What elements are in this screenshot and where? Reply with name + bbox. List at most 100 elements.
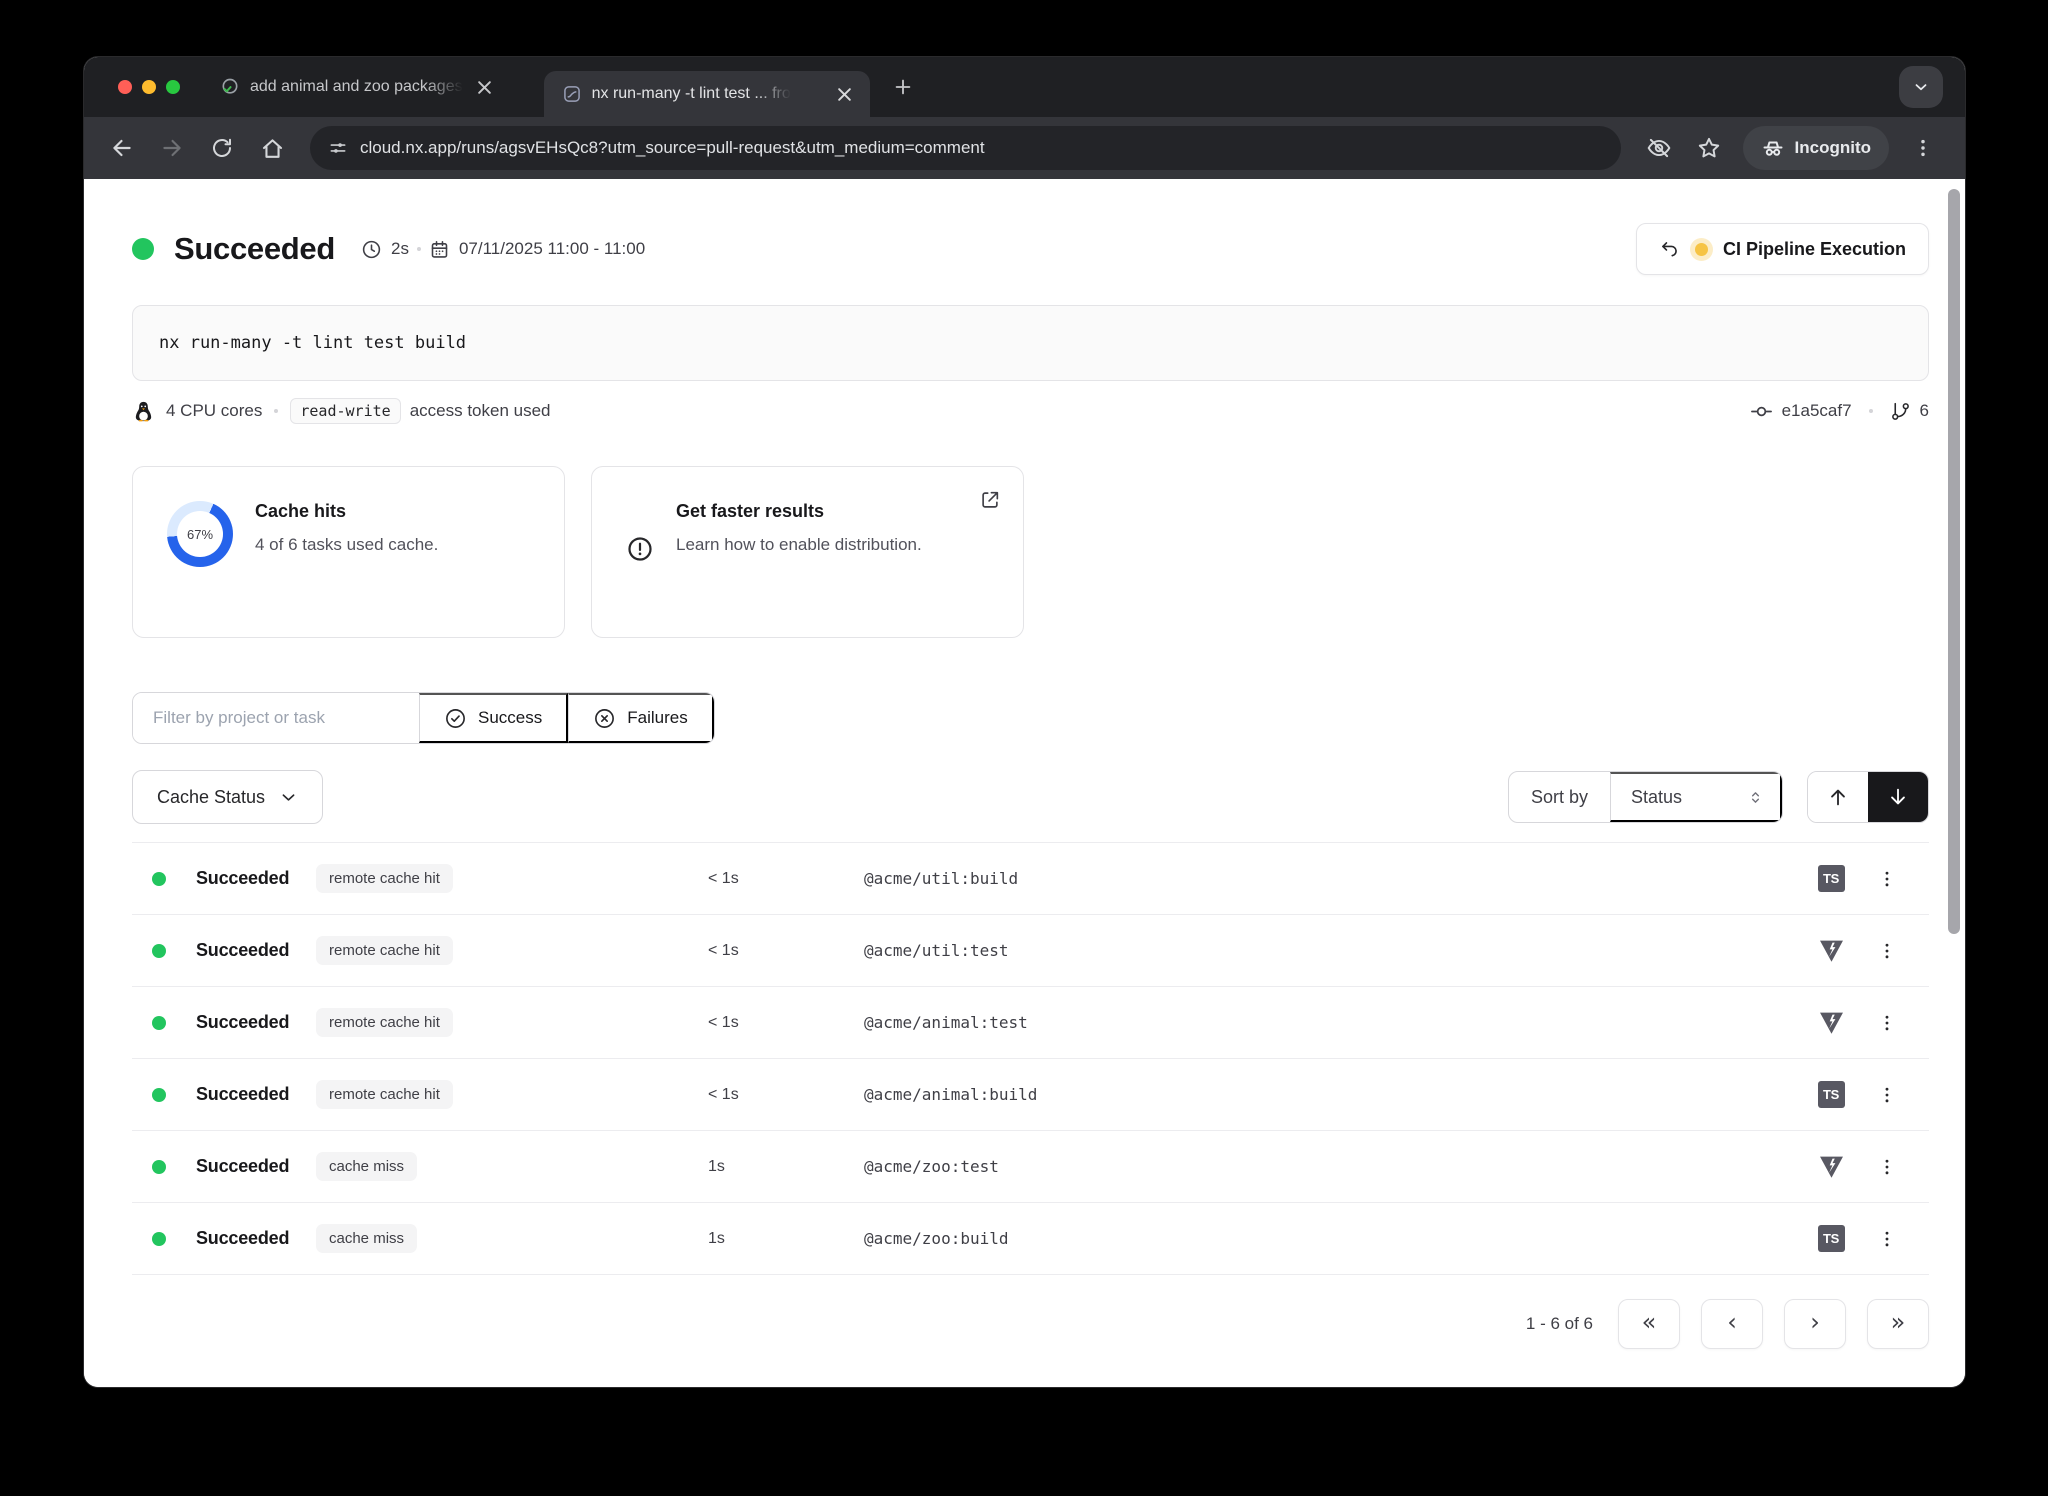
sort-ascending-button[interactable] [1808, 772, 1868, 822]
site-settings-icon[interactable] [328, 138, 348, 158]
row-menu-button[interactable] [1869, 1005, 1905, 1041]
tab-nx-cloud-run[interactable]: nx run-many -t lint test ... fro [543, 71, 870, 117]
row-menu-button[interactable] [1869, 861, 1905, 897]
cache-status-badge: cache miss [316, 1152, 418, 1181]
cache-hits-card: 67% Cache hits 4 of 6 tasks used cache. [132, 466, 565, 638]
duration-label: 2s [391, 239, 409, 258]
row-status: Succeeded [196, 868, 290, 888]
row-task-name: @acme/util:test [864, 941, 1009, 960]
tab-close-icon[interactable] [473, 76, 496, 99]
minimize-window-button[interactable] [142, 80, 156, 94]
cache-status-badge: remote cache hit [316, 936, 453, 965]
last-page-button[interactable]: » [1867, 1299, 1929, 1349]
eye-off-icon[interactable] [1637, 126, 1681, 170]
pipeline-status-dot [1694, 242, 1708, 256]
commit-icon [1750, 400, 1773, 423]
row-menu-button[interactable] [1869, 1077, 1905, 1113]
row-status: Succeeded [196, 940, 290, 960]
bookmark-star-icon[interactable] [1687, 126, 1731, 170]
github-check-icon [220, 77, 240, 97]
status-dot [152, 871, 166, 886]
run-command: nx run-many -t lint test build [132, 305, 1929, 381]
run-header: Succeeded 2s 07/11/2025 11:00 - 11:00 CI… [132, 223, 1929, 275]
home-icon[interactable] [250, 126, 294, 170]
typescript-icon: TS [1799, 1081, 1863, 1108]
tab-github-pr[interactable]: add animal and zoo packages [198, 57, 510, 117]
commit-sha-label: e1a5caf7 [1781, 401, 1852, 420]
table-row[interactable]: Succeeded remote cache hit < 1s @acme/ut… [132, 915, 1929, 987]
traffic-lights [84, 80, 198, 94]
filter-success-button[interactable]: Success [419, 693, 569, 743]
cache-percent-label: 67% [177, 511, 223, 557]
cache-status-badge: remote cache hit [316, 1080, 453, 1109]
sort-field-select[interactable]: Status [1610, 772, 1782, 822]
sort-group: Sort by Status [1507, 771, 1783, 823]
cpu-cores-label: 4 CPU cores [166, 401, 263, 420]
close-window-button[interactable] [118, 80, 132, 94]
ci-pipeline-execution-button[interactable]: CI Pipeline Execution [1635, 223, 1929, 275]
row-task-name: @acme/animal:test [864, 1013, 1028, 1032]
maximize-window-button[interactable] [166, 80, 180, 94]
distribution-card[interactable]: Get faster results Learn how to enable d… [591, 466, 1024, 638]
status-dot [152, 1159, 166, 1174]
pipeline-label: CI Pipeline Execution [1722, 238, 1906, 259]
table-row[interactable]: Succeeded remote cache hit < 1s @acme/ut… [132, 843, 1929, 915]
duration-meta: 2s [361, 239, 409, 260]
tab-close-icon[interactable] [833, 83, 856, 106]
new-tab-button[interactable] [886, 70, 920, 104]
address-bar[interactable]: cloud.nx.app/runs/agsvEHsQc8?utm_source=… [310, 126, 1621, 170]
first-page-button[interactable]: « [1618, 1299, 1680, 1349]
next-page-button[interactable]: › [1784, 1299, 1846, 1349]
cache-status-badge: remote cache hit [316, 864, 453, 893]
row-menu-button[interactable] [1869, 1149, 1905, 1185]
table-row[interactable]: Succeeded remote cache hit < 1s @acme/an… [132, 1059, 1929, 1131]
row-menu-button[interactable] [1869, 1221, 1905, 1257]
failures-label: Failures [627, 708, 688, 727]
vitest-icon [1799, 1153, 1863, 1180]
row-duration: < 1s [708, 1085, 739, 1103]
status-dot [152, 1231, 166, 1246]
double-chevron-right-icon: » [1890, 1308, 1906, 1336]
table-row[interactable]: Succeeded remote cache hit < 1s @acme/an… [132, 987, 1929, 1059]
success-label: Success [478, 708, 543, 727]
status-dot [152, 1015, 166, 1030]
table-row[interactable]: Succeeded cache miss 1s @acme/zoo:test [132, 1131, 1929, 1203]
sort-descending-button[interactable] [1868, 772, 1928, 822]
git-branch-icon [1890, 401, 1911, 422]
browser-toolbar: cloud.nx.app/runs/agsvEHsQc8?utm_source=… [84, 117, 1965, 179]
row-task-name: @acme/zoo:test [864, 1157, 999, 1176]
row-duration: 1s [708, 1157, 725, 1175]
branch-count-label: 6 [1919, 401, 1929, 420]
row-status: Succeeded [196, 1228, 290, 1248]
sort-direction-group [1807, 771, 1929, 823]
arrow-down-icon [1887, 786, 1909, 808]
back-icon[interactable] [100, 126, 144, 170]
typescript-icon: TS [1799, 865, 1863, 892]
filter-input[interactable] [133, 693, 419, 743]
filter-failures-button[interactable]: Failures [568, 693, 714, 743]
row-menu-button[interactable] [1869, 933, 1905, 969]
forward-icon[interactable] [150, 126, 194, 170]
vcs-meta: e1a5caf7 6 [1750, 400, 1929, 423]
separator-dot [274, 409, 279, 413]
previous-page-button[interactable]: ‹ [1701, 1299, 1763, 1349]
scrollbar-thumb[interactable] [1948, 189, 1960, 934]
task-table: Succeeded remote cache hit < 1s @acme/ut… [132, 842, 1929, 1275]
info-alert-icon [626, 535, 654, 563]
cache-status-dropdown[interactable]: Cache Status [132, 770, 324, 824]
pagination: 1 - 6 of 6 « ‹ › » [132, 1299, 1929, 1379]
page-content: Succeeded 2s 07/11/2025 11:00 - 11:00 CI… [84, 179, 1965, 1387]
date-range-label: 07/11/2025 11:00 - 11:00 [458, 239, 646, 258]
undo-icon [1659, 239, 1680, 260]
external-link-icon[interactable] [979, 489, 1001, 511]
table-row[interactable]: Succeeded cache miss 1s @acme/zoo:build … [132, 1203, 1929, 1275]
cache-status-badge: remote cache hit [316, 1008, 453, 1037]
nx-cloud-icon [562, 84, 582, 104]
access-token-suffix: access token used [409, 401, 551, 420]
reload-icon[interactable] [200, 126, 244, 170]
tab-search-chevron-icon[interactable] [1899, 66, 1943, 108]
filter-group: Success Failures [132, 692, 715, 744]
cache-donut-chart: 67% [167, 501, 233, 567]
incognito-label: Incognito [1794, 138, 1871, 157]
browser-menu-icon[interactable] [1901, 126, 1945, 170]
